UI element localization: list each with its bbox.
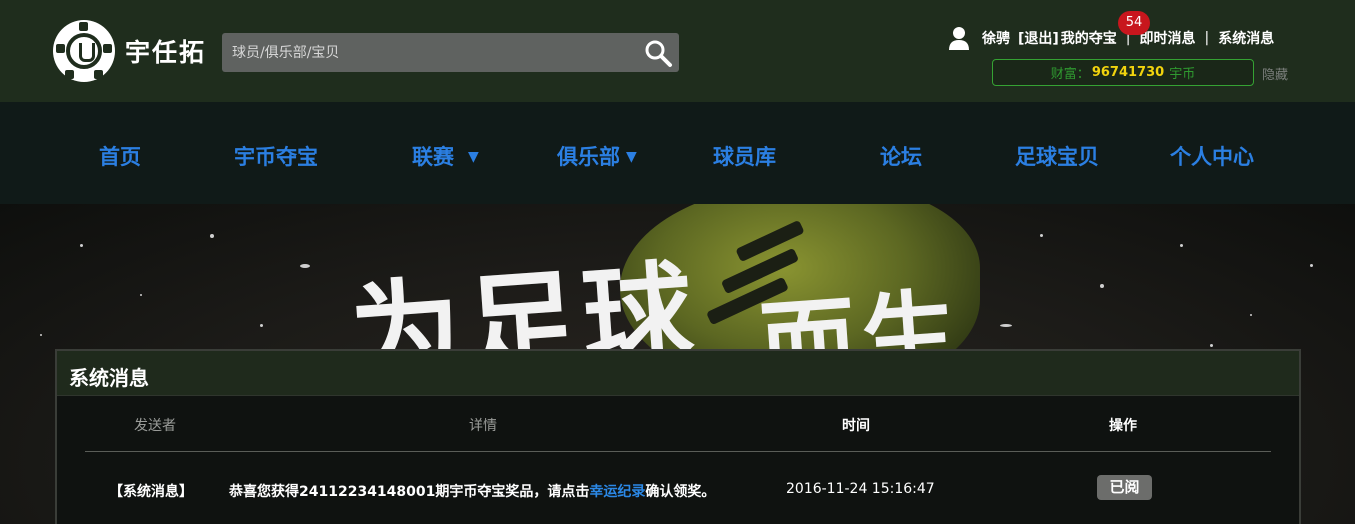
nav-label: 球员库 bbox=[713, 145, 776, 169]
main-nav: 首页 宇币夺宝 联赛 ▼ 俱乐部 ▼ 球员库 论坛 足球宝贝 个人中心 bbox=[0, 102, 1355, 204]
nav-item-football-babes[interactable]: 足球宝贝 bbox=[1015, 141, 1099, 171]
nav-label: 首页 bbox=[99, 145, 141, 169]
nav-item-players[interactable]: 球员库 bbox=[713, 141, 776, 171]
duobao-count-badge: 54 bbox=[1118, 11, 1150, 35]
column-header-action: 操作 bbox=[1109, 418, 1137, 434]
nav-item-yubi-duobao[interactable]: 宇币夺宝 bbox=[234, 141, 318, 171]
my-duobao-link[interactable]: 我的夺宝 bbox=[1061, 28, 1117, 48]
wealth-label: 财富： bbox=[1050, 67, 1090, 82]
search-button[interactable] bbox=[643, 38, 673, 68]
system-message-link[interactable]: 系统消息 bbox=[1218, 28, 1274, 48]
detail-text: 确认领奖。 bbox=[645, 484, 716, 500]
nav-label: 论坛 bbox=[880, 145, 922, 169]
search-icon bbox=[645, 40, 672, 67]
logo-text: 宇任拓 bbox=[125, 38, 207, 67]
nav-label: 宇币夺宝 bbox=[234, 145, 318, 169]
detail-text: 恭喜您获得24112234148001期宇币夺宝奖品，请点击 bbox=[229, 484, 590, 500]
panel-title: 系统消息 bbox=[69, 366, 149, 390]
nav-item-club[interactable]: 俱乐部 ▼ bbox=[557, 141, 637, 171]
lucky-record-link[interactable]: 幸运纪录 bbox=[589, 484, 645, 500]
instant-message-link[interactable]: 即时消息 bbox=[1140, 28, 1196, 48]
nav-label: 个人中心 bbox=[1170, 145, 1254, 169]
nav-label: 俱乐部 bbox=[557, 145, 620, 169]
nav-label: 联赛 bbox=[412, 145, 454, 169]
search-box bbox=[222, 33, 679, 72]
system-message-panel: 系统消息 发送者 详情 时间 操作 【系统消息】 恭喜您获得2411223414… bbox=[55, 349, 1301, 524]
nav-label: 足球宝贝 bbox=[1015, 145, 1099, 169]
panel-header: 系统消息 bbox=[57, 351, 1299, 396]
soccer-ball-logo-icon bbox=[53, 20, 115, 82]
dropdown-arrow-icon: ▼ bbox=[468, 149, 479, 165]
logout-link[interactable]: [退出] bbox=[1018, 28, 1059, 48]
header-divider bbox=[85, 451, 1271, 452]
wealth-unit: 宇币 bbox=[1169, 67, 1196, 82]
header: 宇任拓 徐骋 [退出] 我的夺宝 | 即时消息 | 系统消息 54 财富： 96… bbox=[0, 0, 1355, 102]
column-header-detail: 详情 bbox=[469, 418, 497, 434]
time-cell: 2016-11-24 15:16:47 bbox=[786, 481, 935, 497]
nav-item-personal-center[interactable]: 个人中心 bbox=[1170, 141, 1254, 171]
dropdown-arrow-icon: ▼ bbox=[626, 149, 637, 165]
site-logo[interactable]: 宇任拓 bbox=[53, 20, 206, 82]
user-icon bbox=[949, 27, 969, 50]
user-bar: 徐骋 [退出] 我的夺宝 | 即时消息 | 系统消息 bbox=[948, 24, 1274, 52]
search-input[interactable] bbox=[232, 33, 632, 72]
wealth-amount: 96741730 bbox=[1091, 65, 1165, 80]
hide-wealth-link[interactable]: 隐藏 bbox=[1262, 64, 1288, 83]
column-header-time: 时间 bbox=[842, 418, 870, 434]
username-link[interactable]: 徐骋 bbox=[982, 28, 1010, 48]
separator: | bbox=[1204, 30, 1210, 46]
sender-cell: 【系统消息】 bbox=[109, 484, 193, 500]
table-header: 发送者 详情 时间 操作 bbox=[57, 396, 1299, 456]
mark-read-button[interactable]: 已阅 bbox=[1097, 475, 1152, 500]
detail-cell: 恭喜您获得24112234148001期宇币夺宝奖品，请点击幸运纪录确认领奖。 bbox=[229, 481, 715, 501]
nav-item-home[interactable]: 首页 bbox=[99, 141, 141, 171]
nav-item-forum[interactable]: 论坛 bbox=[880, 141, 922, 171]
nav-item-league[interactable]: 联赛 ▼ bbox=[412, 141, 479, 171]
column-header-sender: 发送者 bbox=[134, 418, 176, 434]
wealth-box: 财富： 96741730 宇币 bbox=[992, 59, 1254, 86]
